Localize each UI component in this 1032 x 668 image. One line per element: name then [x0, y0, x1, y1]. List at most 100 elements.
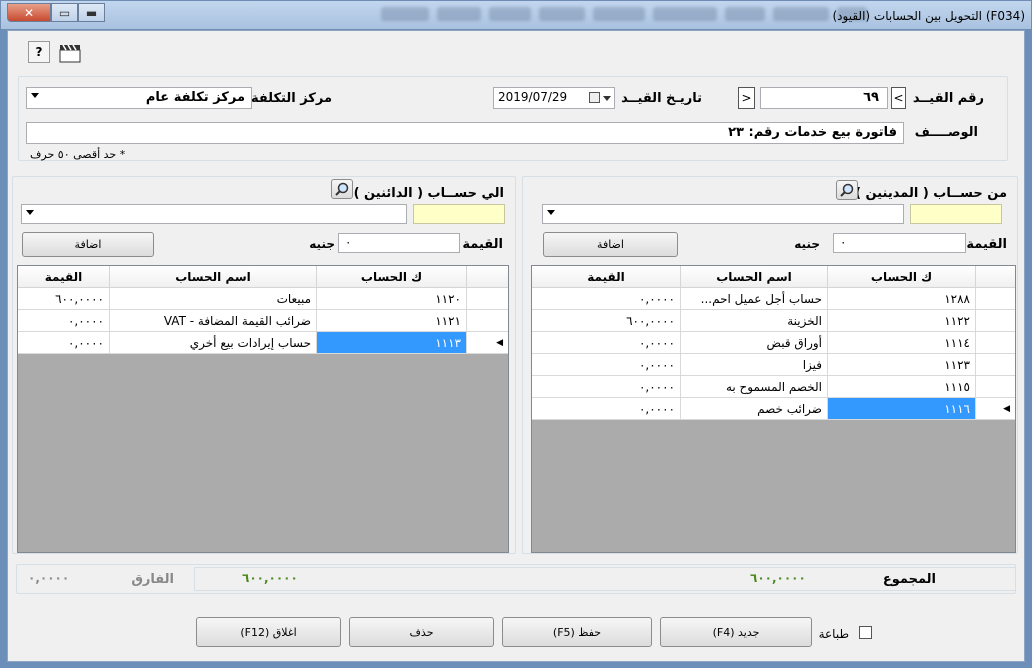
- to-currency-label: جنيه: [309, 237, 335, 251]
- new-button[interactable]: جديد (F4): [660, 617, 812, 647]
- search-icon: [335, 182, 349, 196]
- cell-value[interactable]: ٠,٠٠٠٠: [532, 376, 681, 398]
- cell-account-code-selected[interactable]: ١١١٦: [828, 398, 976, 420]
- entry-date-label: تاريـخ القيــد: [621, 91, 702, 106]
- column-header-account-code[interactable]: ك الحساب: [317, 266, 467, 288]
- table-row[interactable]: ٠,٠٠٠٠ ضرائب خصم ١١١٦ ◀: [532, 398, 1015, 420]
- title-bar: ✕ ▭ ▬ (F034) التحويل بين الحسابات (القيو…: [0, 0, 1032, 30]
- description-field[interactable]: فاتورة بيع خدمات رقم: ٢٣: [26, 122, 904, 144]
- cell-account-name[interactable]: الخصم المسموح به: [681, 376, 828, 398]
- entry-no-field[interactable]: ٦٩: [760, 87, 888, 109]
- to-account-select[interactable]: [21, 204, 407, 224]
- column-header-value[interactable]: القيمة: [18, 266, 110, 288]
- close-button[interactable]: اغلاق (F12): [196, 617, 341, 647]
- from-search-button[interactable]: [836, 180, 858, 200]
- cell-value[interactable]: ٠,٠٠٠٠: [18, 332, 110, 354]
- table-row[interactable]: ٠,٠٠٠٠ أوراق قبض ١١١٤: [532, 332, 1015, 354]
- row-header[interactable]: [976, 376, 1015, 398]
- cell-value[interactable]: ٠,٠٠٠٠: [532, 398, 681, 420]
- cell-account-name[interactable]: مبيعات: [110, 288, 317, 310]
- cost-center-label: مركز التكلفة: [250, 91, 332, 106]
- form-client-area: ? رقم القيــد < ٦٩ > تاريـخ القيــد 2019…: [7, 30, 1025, 662]
- table-row[interactable]: ٦٠٠,٠٠٠٠ الخزينة ١١٢٢: [532, 310, 1015, 332]
- print-checkbox[interactable]: [859, 626, 872, 639]
- cell-value[interactable]: ٠,٠٠٠٠: [532, 332, 681, 354]
- cell-account-code[interactable]: ١١٢١: [317, 310, 467, 332]
- table-row[interactable]: ٠,٠٠٠٠ فيزا ١١٢٣: [532, 354, 1015, 376]
- to-add-button[interactable]: اضافة: [22, 232, 154, 257]
- cell-account-name[interactable]: ضرائب القيمة المضافة - VAT: [110, 310, 317, 332]
- cell-account-name[interactable]: الخزينة: [681, 310, 828, 332]
- cell-value[interactable]: ٦٠٠,٠٠٠٠: [18, 288, 110, 310]
- caption-buttons: ✕ ▭ ▬: [7, 3, 105, 22]
- current-row-icon: ◀: [496, 337, 503, 348]
- delete-button[interactable]: حذف: [349, 617, 494, 647]
- row-header-current[interactable]: ◀: [467, 332, 508, 354]
- window-title: (F034) التحويل بين الحسابات (القيود): [832, 9, 1026, 23]
- column-header-value[interactable]: القيمة: [532, 266, 681, 288]
- to-search-button[interactable]: [331, 179, 353, 199]
- chevron-down-icon[interactable]: [547, 210, 555, 215]
- chevron-down-icon[interactable]: [603, 96, 611, 101]
- cell-account-name[interactable]: ضرائب خصم: [681, 398, 828, 420]
- table-row[interactable]: ٠,٠٠٠٠ الخصم المسموح به ١١١٥: [532, 376, 1015, 398]
- table-row[interactable]: ٠,٠٠٠٠ حساب إيرادات بيع أخري ١١١٣ ◀: [18, 332, 508, 354]
- calendar-icon[interactable]: [589, 92, 600, 103]
- cell-account-code[interactable]: ١١٢٢: [828, 310, 976, 332]
- cell-account-code[interactable]: ١٢٨٨: [828, 288, 976, 310]
- column-header-account-name[interactable]: اسم الحساب: [110, 266, 317, 288]
- prev-entry-button[interactable]: <: [891, 87, 906, 109]
- cell-account-code-selected[interactable]: ١١١٣: [317, 332, 467, 354]
- row-header[interactable]: [976, 354, 1015, 376]
- from-add-button[interactable]: اضافة: [543, 232, 678, 257]
- to-panel-title: الي حســاب ( الدائنين ): [353, 186, 504, 201]
- chevron-down-icon[interactable]: [26, 210, 34, 215]
- row-header[interactable]: [467, 288, 508, 310]
- from-account-code-field[interactable]: [910, 204, 1002, 224]
- column-header-account-code[interactable]: ك الحساب: [828, 266, 976, 288]
- cell-account-code[interactable]: ١١٢٠: [317, 288, 467, 310]
- cell-account-code[interactable]: ١١٢٣: [828, 354, 976, 376]
- from-amount-field[interactable]: ٠: [833, 233, 966, 253]
- blurred-menu-item: [381, 7, 429, 21]
- row-header[interactable]: [467, 310, 508, 332]
- from-amount-label: القيمة: [966, 237, 1007, 252]
- total-label: المجموع: [882, 572, 936, 587]
- chevron-down-icon[interactable]: [31, 93, 39, 98]
- cell-value[interactable]: ٠,٠٠٠٠: [18, 310, 110, 332]
- cell-account-name[interactable]: حساب إيرادات بيع أخري: [110, 332, 317, 354]
- row-header-corner: [976, 266, 1015, 288]
- cell-value[interactable]: ٠,٠٠٠٠: [532, 354, 681, 376]
- cell-account-name[interactable]: حساب أجل عميل احم...: [681, 288, 828, 310]
- cell-account-code[interactable]: ١١١٥: [828, 376, 976, 398]
- cell-value[interactable]: ٠,٠٠٠٠: [532, 288, 681, 310]
- help-icon[interactable]: ?: [28, 41, 50, 63]
- to-amount-field[interactable]: ٠: [338, 233, 460, 253]
- row-header[interactable]: [976, 288, 1015, 310]
- table-row[interactable]: ٠,٠٠٠٠ ضرائب القيمة المضافة - VAT ١١٢١: [18, 310, 508, 332]
- cell-account-name[interactable]: أوراق قبض: [681, 332, 828, 354]
- row-header-current[interactable]: ◀: [976, 398, 1015, 420]
- cost-center-value: مركز تكلفة عام: [145, 90, 245, 105]
- max-chars-note: * حد أقصى ٥٠ حرف: [30, 148, 126, 161]
- entry-date-picker[interactable]: 2019/07/29: [493, 87, 615, 109]
- minimize-button[interactable]: ▬: [78, 3, 105, 22]
- cell-account-name[interactable]: فيزا: [681, 354, 828, 376]
- close-window-button[interactable]: ✕: [7, 3, 51, 22]
- row-header[interactable]: [976, 332, 1015, 354]
- column-header-account-name[interactable]: اسم الحساب: [681, 266, 828, 288]
- cell-value[interactable]: ٦٠٠,٠٠٠٠: [532, 310, 681, 332]
- clapper-icon[interactable]: [58, 43, 82, 63]
- table-row[interactable]: ٦٠٠,٠٠٠٠ مبيعات ١١٢٠: [18, 288, 508, 310]
- cost-center-select[interactable]: مركز تكلفة عام: [26, 87, 252, 109]
- print-label: طباعة: [818, 627, 849, 641]
- to-account-code-field[interactable]: [413, 204, 505, 224]
- next-entry-button[interactable]: >: [738, 87, 755, 109]
- from-account-select[interactable]: [542, 204, 904, 224]
- cell-account-code[interactable]: ١١١٤: [828, 332, 976, 354]
- maximize-button[interactable]: ▭: [51, 3, 78, 22]
- row-header[interactable]: [976, 310, 1015, 332]
- blurred-menu-item: [653, 7, 717, 21]
- table-row[interactable]: ٠,٠٠٠٠ حساب أجل عميل احم... ١٢٨٨: [532, 288, 1015, 310]
- save-button[interactable]: حفظ (F5): [502, 617, 652, 647]
